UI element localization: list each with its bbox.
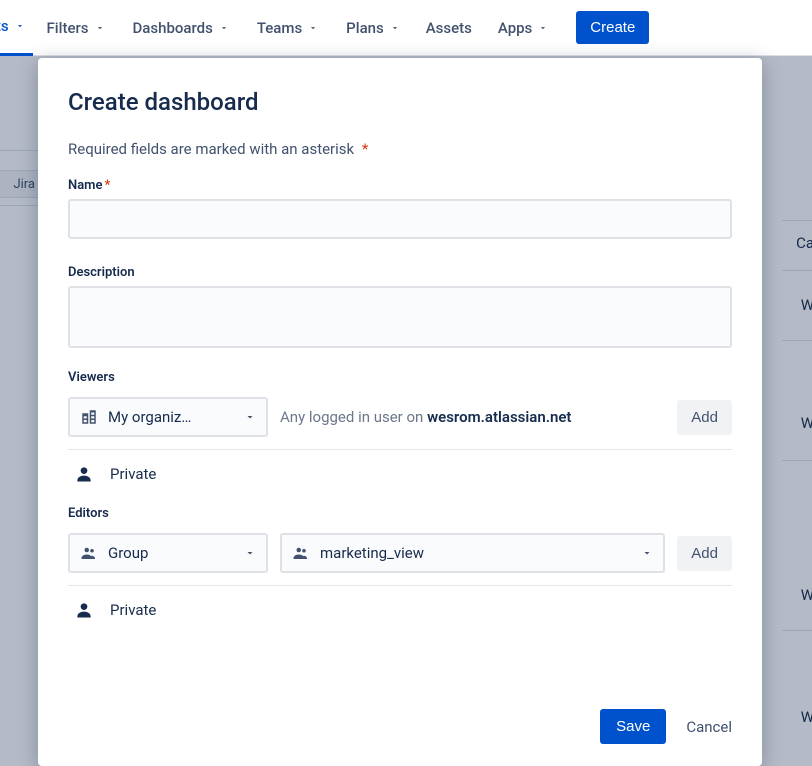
required-note-text: Required fields are marked with an aster… <box>68 140 354 158</box>
viewers-section: Viewers My organiz… Any logged in user o… <box>68 370 732 506</box>
description-field-block: Description <box>68 265 732 352</box>
person-icon <box>74 600 94 620</box>
chevron-down-icon <box>244 411 256 423</box>
create-button[interactable]: Create <box>576 11 649 44</box>
group-icon <box>292 544 310 562</box>
editors-private-row: Private <box>74 600 732 620</box>
chevron-down-icon <box>390 23 400 33</box>
nav-item-plans[interactable]: Plans <box>340 0 406 56</box>
dropdown-label: marketing_view <box>320 544 633 562</box>
chevron-down-icon <box>219 23 229 33</box>
asterisk-icon: * <box>362 140 368 158</box>
viewers-row: My organiz… Any logged in user on wesrom… <box>68 397 732 437</box>
viewers-scope-dropdown[interactable]: My organiz… <box>68 397 268 437</box>
person-icon <box>74 464 94 484</box>
top-nav: cts Filters Dashboards Teams Plans Asset… <box>0 0 812 56</box>
name-label: Name* <box>68 178 732 193</box>
nav-item-filters[interactable]: Filters <box>41 0 111 56</box>
nav-item-label: Plans <box>346 19 384 37</box>
nav-item-label: cts <box>0 17 9 35</box>
chevron-down-icon <box>308 23 318 33</box>
create-dashboard-modal: Create dashboard Required fields are mar… <box>38 58 762 766</box>
name-field-block: Name* <box>68 178 732 239</box>
group-icon <box>80 544 98 562</box>
description-label: Description <box>68 265 732 280</box>
nav-item-assets[interactable]: Assets <box>422 0 476 56</box>
editors-section: Editors Group marketing_view Add <box>68 506 732 642</box>
editors-label: Editors <box>68 506 732 521</box>
editors-row: Group marketing_view Add <box>68 533 732 573</box>
editors-add-button[interactable]: Add <box>677 536 732 571</box>
divider <box>68 585 732 586</box>
divider <box>68 449 732 450</box>
nav-item-label: Filters <box>47 19 89 37</box>
nav-item-label: Assets <box>426 19 472 37</box>
viewers-private-row: Private <box>74 464 732 484</box>
private-label: Private <box>110 601 156 619</box>
nav-item-apps[interactable]: Apps <box>492 0 554 56</box>
save-button[interactable]: Save <box>600 709 666 744</box>
name-input[interactable] <box>68 199 732 239</box>
chevron-down-icon <box>15 21 25 31</box>
viewers-help-text: Any logged in user on wesrom.atlassian.n… <box>280 408 665 426</box>
nav-item-label: Dashboards <box>133 19 213 37</box>
modal-footer: Save Cancel <box>68 709 732 744</box>
viewers-label: Viewers <box>68 370 732 385</box>
chevron-down-icon <box>244 547 256 559</box>
nav-item-label: Teams <box>257 19 302 37</box>
dropdown-label: My organiz… <box>108 408 236 426</box>
nav-item-label: Apps <box>498 19 532 37</box>
required-note: Required fields are marked with an aster… <box>68 140 732 158</box>
viewers-add-button[interactable]: Add <box>677 400 732 435</box>
chevron-down-icon <box>538 23 548 33</box>
cancel-button[interactable]: Cancel <box>686 718 732 736</box>
dropdown-label: Group <box>108 544 236 562</box>
nav-item-dashboards[interactable]: Dashboards <box>127 0 235 56</box>
editors-value-dropdown[interactable]: marketing_view <box>280 533 665 573</box>
required-asterisk: * <box>104 178 110 193</box>
modal-title: Create dashboard <box>68 88 732 116</box>
editors-scope-dropdown[interactable]: Group <box>68 533 268 573</box>
organization-icon <box>80 408 98 426</box>
nav-item-teams[interactable]: Teams <box>251 0 324 56</box>
chevron-down-icon <box>95 23 105 33</box>
description-input[interactable] <box>68 286 732 348</box>
nav-item-projects-partial[interactable]: cts <box>0 0 33 56</box>
private-label: Private <box>110 465 156 483</box>
chevron-down-icon <box>641 547 653 559</box>
